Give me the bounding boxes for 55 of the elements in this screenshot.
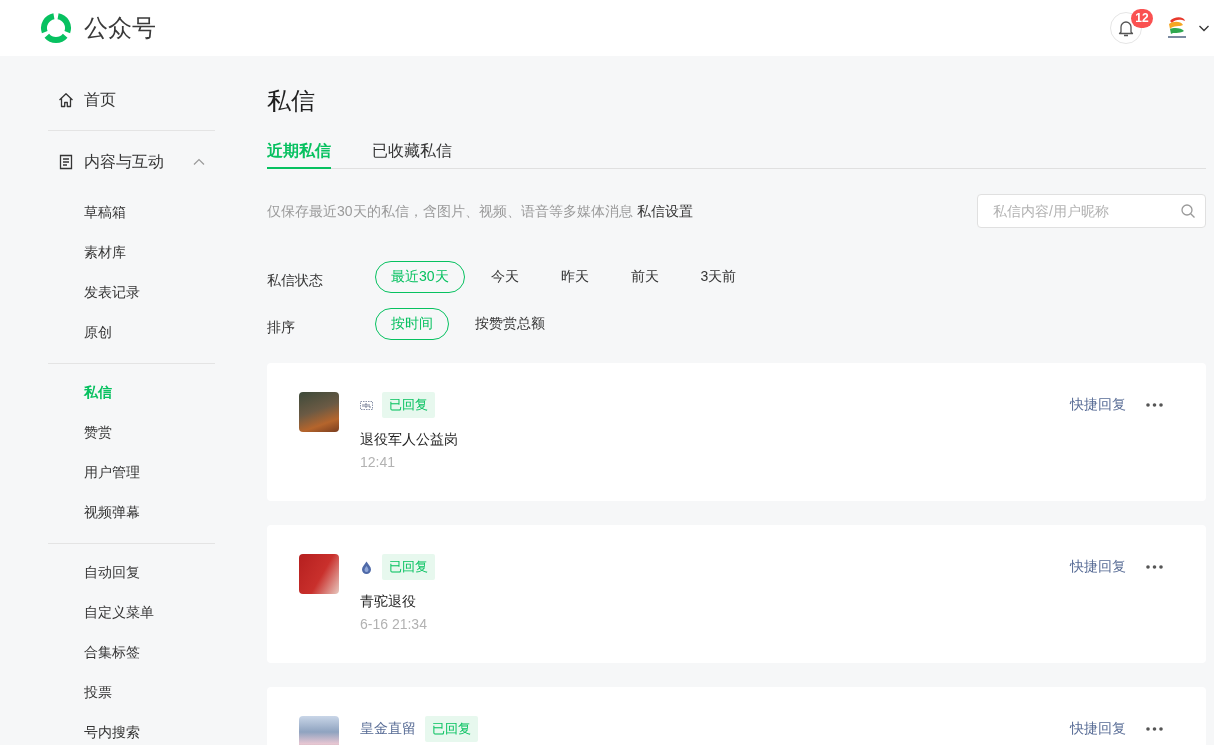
sidebar-item[interactable]: 用户管理 (48, 453, 215, 493)
sidebar-item[interactable]: 赞赏 (48, 413, 215, 453)
more-icon (1145, 726, 1164, 732)
more-icon (1145, 402, 1164, 408)
quick-reply-link[interactable]: 快捷回复 (1070, 396, 1126, 414)
photo-placeholder (299, 392, 339, 432)
drop-icon (360, 560, 373, 574)
message-time: 12:41 (360, 453, 397, 472)
filter-label: 私信状态 (267, 271, 324, 290)
more-button[interactable] (1145, 564, 1164, 570)
sender-name: 皇金直留 (360, 720, 416, 738)
sidebar-item[interactable]: 自动回复 (48, 553, 215, 593)
more-button[interactable] (1145, 726, 1164, 732)
sidebar-item[interactable]: 投票 (48, 673, 215, 713)
photo-placeholder (299, 554, 339, 594)
document-icon (58, 154, 74, 170)
section-label: 内容与互动 (84, 151, 165, 172)
sidebar-item[interactable]: 自定义菜单 (48, 593, 215, 633)
notification-badge: 12 (1131, 9, 1153, 28)
sidebar-item[interactable]: 合集标签 (48, 633, 215, 673)
filter-label: 排序 (267, 318, 296, 337)
filter-option[interactable]: 3天前 (684, 261, 753, 293)
sidebar-item[interactable]: 发表记录 (48, 273, 215, 313)
search-field[interactable]: 私信内容/用户昵称 (977, 194, 1206, 228)
photo-placeholder (299, 716, 339, 745)
quick-reply-link[interactable]: 快捷回复 (1070, 720, 1126, 738)
sidebar-item[interactable]: 草稿箱 (48, 193, 215, 233)
sidebar-item[interactable]: 原创 (48, 313, 215, 353)
tab[interactable]: 已收藏私信 (372, 139, 452, 169)
sidebar-item[interactable]: 号内搜索 (48, 713, 215, 745)
filter-option[interactable]: 今天 (474, 261, 535, 293)
message-text: 青驼退役 (360, 592, 417, 611)
notice-text: 仅保存最近30天的私信，含图片、视频、语音等多媒体消息 (267, 202, 633, 219)
home-icon (58, 92, 74, 108)
logo-text: 公众号 (84, 13, 156, 43)
sticker-icon (360, 398, 373, 412)
message-text: 退役军人公益岗 (360, 430, 459, 449)
status-tag: 已回复 (425, 716, 478, 742)
logo-icon (40, 12, 72, 44)
home-nav-item[interactable]: 首页 (48, 80, 215, 120)
page-title: 私信 (267, 86, 316, 116)
filter-option[interactable]: 前天 (614, 261, 675, 293)
filter-option[interactable]: 按赞赏总额 (459, 308, 561, 340)
settings-link[interactable]: 私信设置 (636, 202, 693, 219)
sidebar-item[interactable]: 视频弹幕 (48, 493, 215, 533)
search-icon (1180, 203, 1196, 219)
filter-option[interactable]: 昨天 (544, 261, 605, 293)
more-button[interactable] (1145, 402, 1164, 408)
message-time: 6-16 21:34 (360, 615, 428, 634)
quick-reply-link[interactable]: 快捷回复 (1070, 558, 1126, 576)
status-tag: 已回复 (382, 554, 435, 580)
more-icon (1145, 564, 1164, 570)
status-tag: 已回复 (382, 392, 435, 418)
section-header[interactable]: 内容与互动 (48, 142, 215, 182)
sidebar-item[interactable]: 素材库 (48, 233, 215, 273)
